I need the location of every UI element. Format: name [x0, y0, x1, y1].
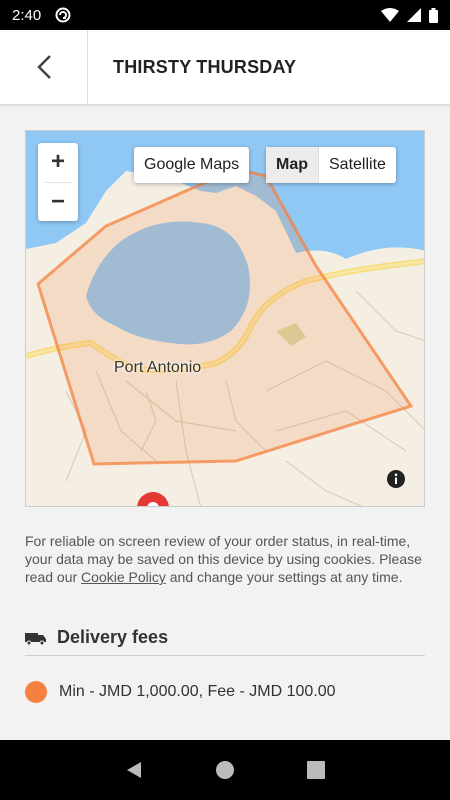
- zoom-control: + −: [38, 143, 78, 221]
- zone-color-dot: [25, 681, 47, 703]
- app-bar: THIRSTY THURSDAY: [0, 29, 450, 105]
- zoom-out-button[interactable]: −: [38, 183, 78, 222]
- google-maps-button[interactable]: Google Maps: [134, 147, 250, 183]
- back-button[interactable]: [0, 29, 88, 105]
- circle-home-icon: [215, 761, 234, 779]
- signal-icon: [407, 8, 421, 22]
- fee-row-text: Min - JMD 1,000.00, Fee - JMD 100.00: [59, 683, 336, 700]
- square-recents-icon: [307, 761, 326, 779]
- page-title: THIRSTY THURSDAY: [113, 56, 297, 77]
- map-type-toggle: Map Satellite: [266, 147, 396, 183]
- cookie-notice: For reliable on screen review of your or…: [25, 532, 425, 586]
- delivery-map[interactable]: Port Antonio + − Google Maps Map Satelli…: [25, 130, 425, 507]
- delivery-fees-heading: Delivery fees: [57, 627, 169, 647]
- map-type-map-button[interactable]: Map: [266, 147, 319, 183]
- delivery-truck-icon: [25, 632, 46, 645]
- cookie-notice-text-end: and change your settings at any time.: [165, 569, 403, 585]
- nav-recents-button[interactable]: [301, 755, 331, 785]
- status-time: 2:40: [12, 6, 42, 24]
- map-city-label: Port Antonio: [114, 359, 202, 376]
- nav-home-button[interactable]: [210, 755, 240, 785]
- map-canvas: [26, 131, 424, 506]
- cookie-policy-link[interactable]: Cookie Policy: [81, 569, 166, 585]
- fee-row: Min - JMD 1,000.00, Fee - JMD 100.00: [25, 680, 425, 704]
- status-bar: 2:40: [0, 0, 450, 30]
- info-icon[interactable]: [386, 469, 406, 489]
- delivery-fees-header: Delivery fees: [25, 620, 425, 656]
- system-nav-bar: [0, 740, 450, 800]
- nav-back-button[interactable]: [119, 755, 149, 785]
- map-type-satellite-button[interactable]: Satellite: [319, 147, 396, 183]
- battery-icon: [429, 7, 438, 23]
- chevron-left-icon: [36, 55, 51, 79]
- wifi-icon: [381, 8, 399, 22]
- zoom-in-button[interactable]: +: [38, 143, 78, 182]
- app-notification-icon: [55, 7, 71, 23]
- triangle-back-icon: [126, 762, 141, 778]
